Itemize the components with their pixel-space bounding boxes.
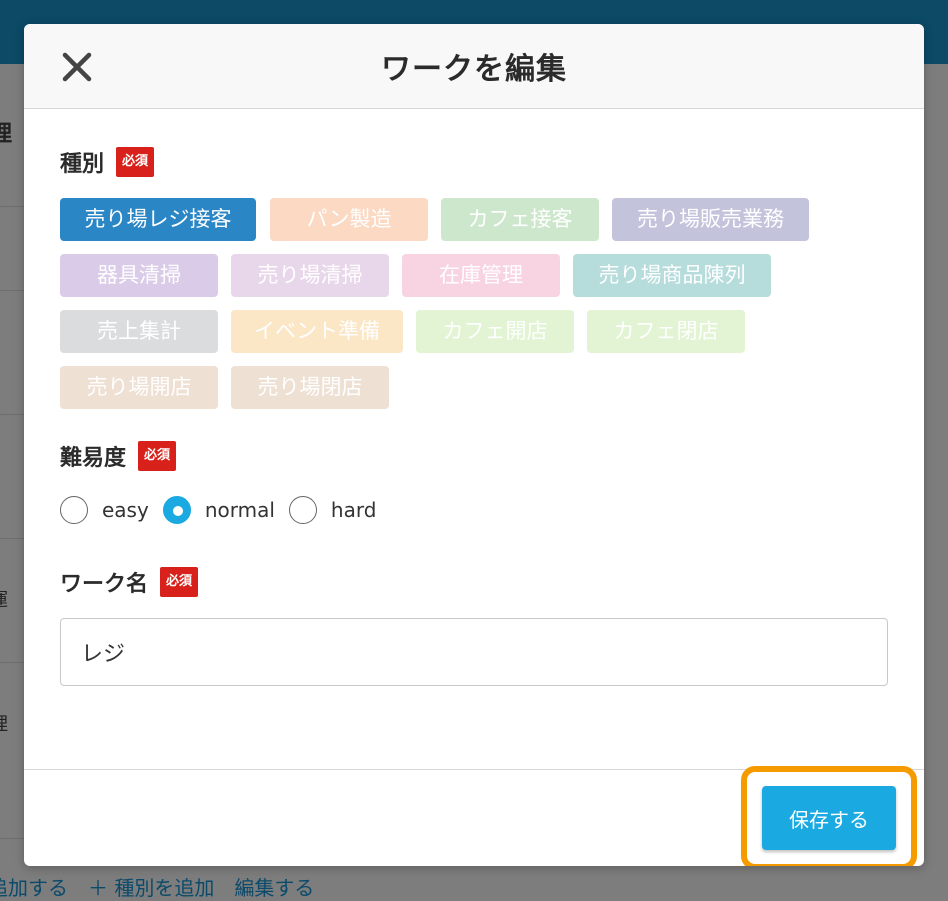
category-chip[interactable]: 売り場商品陳列 [573,254,771,297]
work-name-label-row: ワーク名 必須 [60,566,888,598]
category-chip[interactable]: パン製造 [270,198,428,241]
category-chip[interactable]: 在庫管理 [402,254,560,297]
page-divider [0,206,24,207]
required-badge: 必須 [116,147,155,177]
page-divider [0,290,24,291]
page-fragment: 理 [0,122,13,147]
category-chips: 売り場レジ接客 パン製造 カフェ接客 売り場販売業務器具清掃 売り場清掃 在庫管理 売り場商… [60,198,888,410]
difficulty-label: 難易度 [60,446,127,471]
category-chip[interactable]: イベント準備 [231,310,403,353]
category-chip[interactable]: 売り場販売業務 [612,198,809,241]
difficulty-label-row: 難易度 必須 [60,440,888,472]
modal-body: 種別 必須 売り場レジ接客 パン製造 カフェ接客 売り場販売業務器具清掃 売り場清掃 在庫… [60,132,888,686]
category-chip[interactable]: 売り場開店 [60,366,218,409]
page-divider [0,838,24,839]
difficulty-radio-hard[interactable]: hard [288,496,377,524]
category-chip[interactable]: カフェ開店 [416,310,574,353]
difficulty-radio-easy[interactable]: easy [60,496,149,524]
modal-footer: 保存する [24,766,924,866]
category-chip[interactable]: 売り場清掃 [231,254,389,297]
category-chip[interactable]: 売り場レジ接客 [60,198,256,241]
radio-button[interactable] [60,496,88,524]
category-chip[interactable]: 売上集計 [60,310,218,353]
radio-button[interactable] [288,496,317,524]
page-fragment: 理 [0,710,8,736]
radio-label: hard [330,498,377,522]
category-label-row: 種別 必須 [60,146,888,178]
modal-header: ワークを編集 [24,24,924,109]
radio-label: easy [102,498,149,522]
category-chip[interactable]: カフェ閉店 [587,310,745,353]
page-fragment: 運 [0,586,8,612]
category-chip[interactable]: 器具清掃 [60,254,218,297]
radio-label: normal [204,498,275,522]
required-badge: 必須 [138,441,177,471]
work-name-input[interactable] [60,618,888,686]
page-divider [0,662,24,663]
required-badge: 必須 [160,567,199,597]
page-bottom-links[interactable]: 追加する ＋ 種別を追加 編集する [0,872,314,901]
radio-button[interactable] [162,496,191,524]
category-chip[interactable]: 売り場閉店 [231,366,389,409]
page-divider [0,414,24,415]
save-button[interactable]: 保存する [762,786,896,850]
difficulty-radio-group: easy normal hard [60,490,888,530]
difficulty-radio-normal[interactable]: normal [162,496,275,524]
category-label: 種別 [60,152,105,177]
modal-title: ワークを編集 [381,52,567,87]
category-chip[interactable]: カフェ接客 [441,198,599,241]
work-name-label: ワーク名 [60,572,149,597]
edit-work-modal: ワークを編集 種別 必須 売り場レジ接客 パン製造 カフェ接客 売り場販売業務器具清掃… [24,24,924,866]
page-divider [0,538,24,539]
